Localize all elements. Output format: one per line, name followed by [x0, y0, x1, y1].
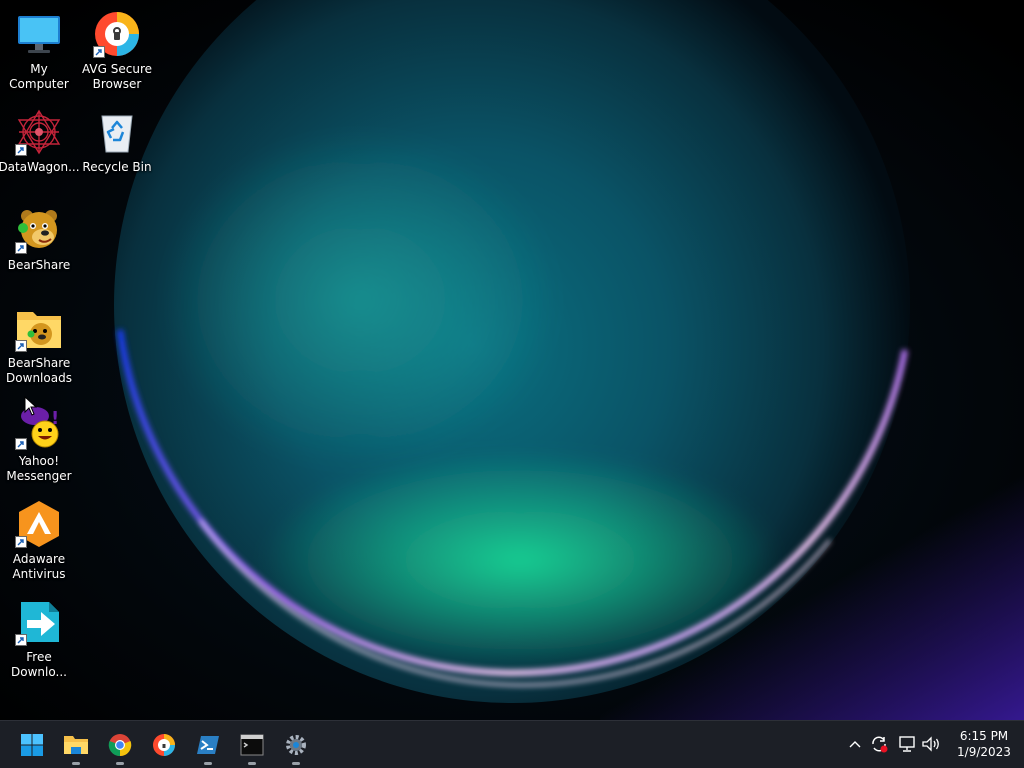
desktop-icon-yahoo-messenger[interactable]: ! Yahoo! Messenger: [0, 396, 78, 488]
shortcut-arrow-icon: [15, 144, 27, 156]
desktop-icon-label: Yahoo! Messenger: [6, 454, 72, 483]
chevron-up-icon: [849, 741, 861, 748]
network-button[interactable]: [896, 733, 918, 755]
powershell-icon: [197, 736, 219, 754]
running-indicator: [72, 762, 80, 765]
taskbar-avg-browser[interactable]: [144, 725, 184, 765]
monitor-icon: [15, 10, 63, 58]
desktop-icon-free-download[interactable]: Free Downlo...: [0, 592, 78, 684]
chrome-icon: [108, 734, 132, 757]
shortcut-arrow-icon: [15, 242, 27, 254]
mouse-cursor-icon: [24, 396, 38, 416]
shortcut-arrow-icon: [15, 438, 27, 450]
shortcut-arrow-icon: [15, 340, 27, 352]
yahoo-messenger-icon: !: [15, 402, 63, 450]
clock-time: 6:15 PM: [959, 729, 1009, 743]
download-manager-icon: [15, 598, 63, 646]
taskbar-file-explorer[interactable]: [56, 725, 96, 765]
volume-button[interactable]: [920, 733, 942, 755]
sync-icon: [872, 736, 888, 753]
recycle-bin-icon: [93, 108, 141, 156]
network-icon: [899, 736, 915, 752]
shortcut-arrow-icon: [93, 46, 105, 58]
running-indicator: [204, 762, 212, 765]
desktop-icon-my-computer[interactable]: My Computer: [0, 4, 78, 96]
avg-browser-icon: [153, 734, 175, 756]
desktop-icon-label: BearShare: [7, 258, 71, 272]
desktop-icon-label: DataWagon...: [0, 160, 80, 174]
desktop-icon-bearshare[interactable]: BearShare: [0, 200, 78, 292]
volume-icon: [922, 736, 939, 752]
desktop-icon-label: My Computer: [9, 62, 69, 91]
desktop-icon-bearshare-downloads[interactable]: BearShare Downloads: [0, 298, 78, 390]
avg-browser-icon: [93, 10, 141, 58]
clock-date: 1/9/2023: [957, 745, 1011, 759]
taskbar: [0, 720, 1024, 768]
sync-status-button[interactable]: [868, 733, 890, 755]
desktop-icon-label: Free Downlo...: [11, 650, 67, 679]
desktop-icon-datawagon[interactable]: DataWagon...: [0, 102, 80, 194]
desktop-icon-label: Adaware Antivirus: [12, 552, 66, 581]
desktop-icon-label: BearShare Downloads: [6, 356, 72, 385]
bear-icon: [15, 206, 63, 254]
desktop-icon-label: Recycle Bin: [82, 160, 152, 174]
taskbar-chrome[interactable]: [100, 725, 140, 765]
terminal-icon: [240, 734, 264, 756]
running-indicator: [248, 762, 256, 765]
taskbar-settings[interactable]: [276, 725, 316, 765]
taskbar-powershell[interactable]: [188, 725, 228, 765]
folder-icon: [15, 304, 63, 352]
running-indicator: [116, 762, 124, 765]
desktop-icon-adaware-antivirus[interactable]: Adaware Antivirus: [0, 494, 78, 586]
show-hidden-icons-button[interactable]: [844, 733, 866, 755]
desktop-icon-label: AVG Secure Browser: [81, 62, 153, 91]
gear-icon: [286, 735, 306, 755]
datawagon-icon: [15, 108, 63, 156]
start-button[interactable]: [12, 725, 52, 765]
windows-logo-icon: [21, 734, 43, 756]
taskbar-command-prompt[interactable]: [232, 725, 272, 765]
taskbar-clock[interactable]: 6:15 PM 1/9/2023: [946, 728, 1022, 760]
adaware-icon: [15, 500, 63, 548]
desktop-icon-avg-secure-browser[interactable]: AVG Secure Browser: [78, 4, 156, 96]
shortcut-arrow-icon: [15, 634, 27, 646]
desktop-icon-recycle-bin[interactable]: Recycle Bin: [78, 102, 156, 194]
folder-icon: [64, 736, 88, 754]
running-indicator: [292, 762, 300, 765]
shortcut-arrow-icon: [15, 536, 27, 548]
